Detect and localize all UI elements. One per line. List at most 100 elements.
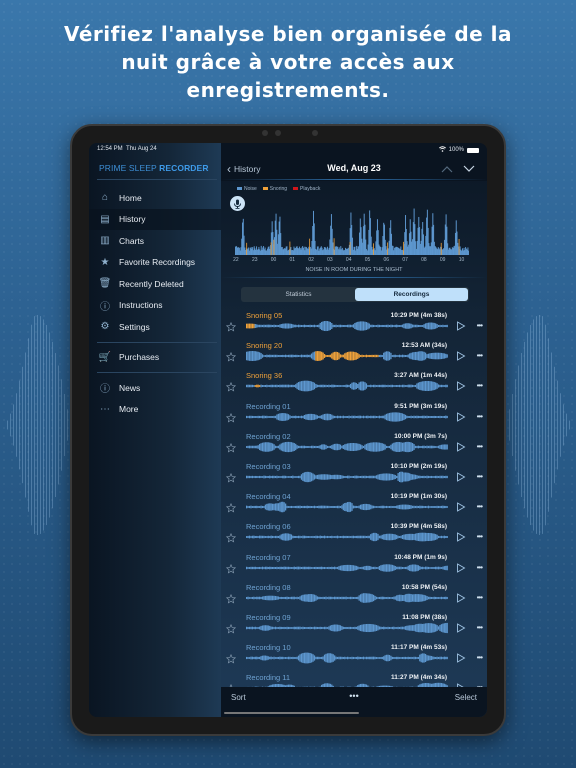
recording-row[interactable]: Recording 1111:27 PM (4m 34s)••• [221,669,487,687]
recording-waveform[interactable] [246,562,448,574]
more-icon[interactable]: ••• [477,593,483,602]
play-icon[interactable] [456,411,466,422]
more-options-button[interactable]: ••• [221,691,487,701]
sidebar-item-instructions[interactable]: ⓘ Instructions [89,295,221,317]
recording-row[interactable]: Snoring 20 12:53 AM (34s) ••• [221,337,487,367]
favorite-star-icon[interactable] [226,563,236,574]
noise-chart[interactable] [235,199,469,255]
waveform-bar [279,385,281,388]
favorite-star-icon[interactable] [226,503,236,513]
play-icon[interactable] [456,502,466,512]
waveform-bar [331,536,333,539]
waveform-bar [413,563,415,572]
play-icon[interactable] [456,532,466,543]
recording-waveform[interactable] [246,531,448,543]
recording-row[interactable]: Recording 07 10:48 PM (1m 9s) ••• [221,549,487,579]
favorite-star-icon[interactable] [226,472,236,483]
recording-row[interactable]: Recording 06 10:39 PM (4m 58s) ••• [221,518,487,548]
waveform-bar [427,505,430,509]
waveform-bar [266,385,268,388]
recording-waveform[interactable] [246,471,448,483]
recordings-list[interactable]: Snoring 05 10:29 PM (4m 38s) ••• Snoring 20… [221,307,487,687]
waveform-bar [282,534,284,541]
recording-waveform[interactable] [246,501,448,513]
favorite-star-icon[interactable] [226,442,236,453]
waveform-bar [414,385,417,388]
recording-waveform[interactable] [246,380,448,392]
recording-row[interactable]: Recording 08 10:58 PM (54s) ••• [221,579,487,609]
play-icon[interactable] [456,351,466,361]
waveform-bar [269,354,271,358]
recording-waveform[interactable] [246,411,448,423]
more-icon[interactable]: ••• [477,321,483,330]
more-icon[interactable]: ••• [477,472,483,481]
chevron-down-icon[interactable] [463,160,475,178]
more-icon[interactable]: ••• [477,442,483,451]
recording-waveform[interactable] [246,622,448,634]
more-icon[interactable]: ••• [477,412,483,421]
play-icon[interactable] [456,562,466,573]
favorite-star-icon[interactable] [226,593,236,604]
waveform-bar [375,415,378,418]
more-icon[interactable]: ••• [477,532,483,541]
recording-row[interactable]: Recording 04 10:19 PM (1m 30s) ••• [221,488,487,518]
play-icon[interactable] [456,321,466,331]
recording-waveform[interactable] [246,592,448,604]
recording-waveform[interactable] [246,320,448,332]
play-icon[interactable] [456,381,466,392]
recording-row[interactable]: Snoring 05 10:29 PM (4m 38s) ••• [221,307,487,337]
chevron-up-icon[interactable] [441,160,453,178]
play-icon[interactable] [456,472,466,482]
waveform-bar [321,351,323,361]
sidebar-item-news[interactable]: ⓘ News [89,377,221,399]
play-icon[interactable] [456,441,466,452]
waveform-bar [282,566,284,569]
waveform-bar [433,596,435,599]
tab-recordings[interactable]: Recordings [355,288,468,301]
sidebar-item-purchases[interactable]: 🛒 Purchases [89,347,221,369]
waveform-bar [253,351,255,362]
recording-row[interactable]: Snoring 36 3:27 AM (1m 44s) ••• [221,367,487,397]
waveform-bar [420,505,422,509]
more-icon[interactable]: ••• [477,623,483,632]
recording-waveform[interactable] [246,350,448,362]
sidebar-item-settings[interactable]: ⚙ Settings [89,316,221,338]
more-icon[interactable]: ••• [477,502,483,511]
tab-statistics[interactable]: Statistics [242,288,355,301]
favorite-star-icon[interactable] [226,412,236,423]
favorite-star-icon[interactable] [226,322,236,332]
favorite-star-icon[interactable] [226,654,236,664]
play-icon[interactable] [456,592,466,603]
favorite-star-icon[interactable] [226,533,236,543]
waveform-bar [332,624,334,632]
waveform-bar [254,505,256,509]
sidebar-item-more[interactable]: ⋯ More [89,399,221,421]
sidebar-item-history[interactable]: ▤ History [89,208,221,230]
sidebar-item-home[interactable]: ⌂ Home [89,187,221,209]
sidebar-item-recently-deleted[interactable]: 🗑 Recently Deleted [89,273,221,295]
waveform-bar [246,351,248,361]
favorite-star-icon[interactable] [226,623,236,634]
favorite-star-icon[interactable] [226,382,236,392]
recording-row[interactable]: Recording 03 10:10 PM (2m 19s) ••• [221,458,487,488]
waveform-bar [371,566,373,569]
more-icon[interactable]: ••• [477,563,483,572]
select-button[interactable]: Select [455,693,477,702]
more-icon[interactable]: ••• [477,653,483,662]
recording-row[interactable]: Recording 09 11:08 PM (38s) ••• [221,609,487,639]
recording-row[interactable]: Recording 01 9:51 PM (3m 19s) ••• [221,398,487,428]
play-icon[interactable] [456,623,466,633]
home-indicator[interactable] [224,712,359,714]
recording-row[interactable]: Recording 02 10:00 PM (3m 7s) ••• [221,428,487,458]
recording-waveform[interactable] [246,441,448,453]
favorite-star-icon[interactable] [226,352,236,362]
waveform-bar [422,381,424,392]
sidebar-item-charts[interactable]: ▥ Charts [89,230,221,252]
play-icon[interactable] [456,653,466,663]
more-icon[interactable]: ••• [477,381,483,390]
sidebar-item-favorite-recordings[interactable]: ★ Favorite Recordings [89,252,221,274]
waveform-bar [420,653,422,663]
more-icon[interactable]: ••• [477,351,483,360]
recording-row[interactable]: Recording 10 11:17 PM (4m 53s) ••• [221,639,487,669]
recording-waveform[interactable] [246,652,448,664]
